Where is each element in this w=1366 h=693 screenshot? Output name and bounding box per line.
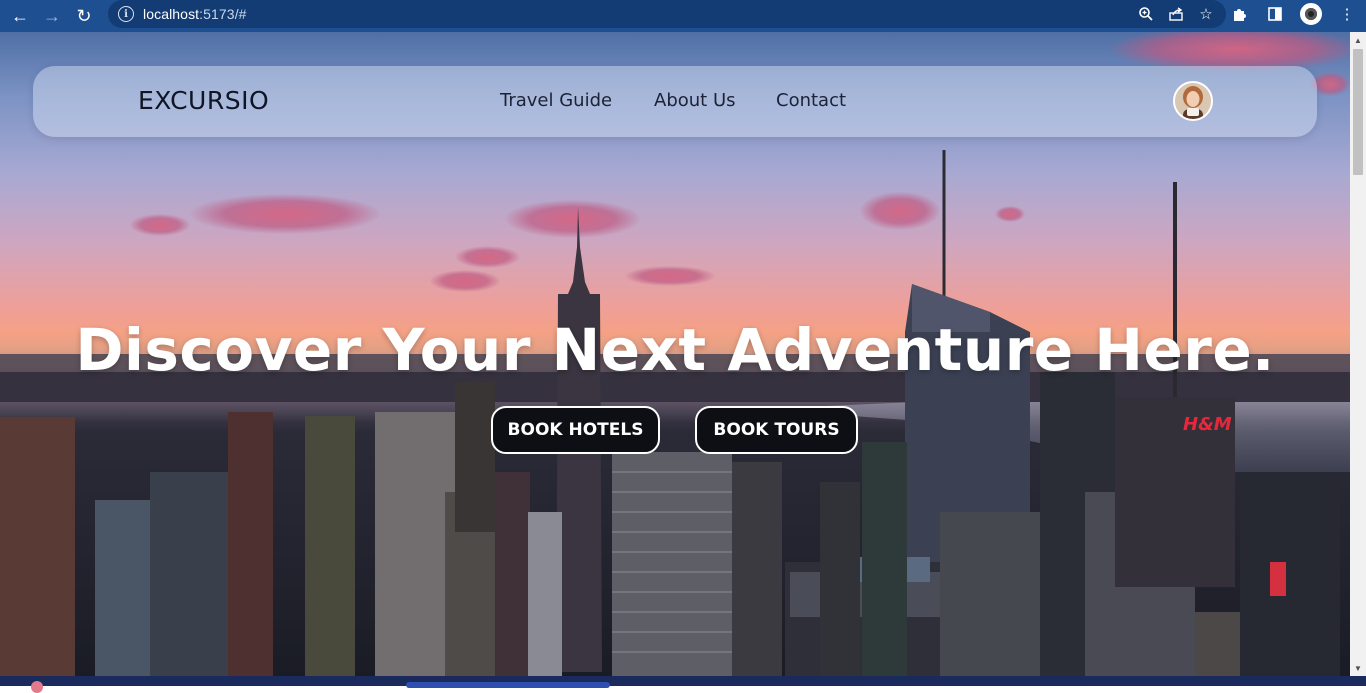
- nav-link-travel-guide[interactable]: Travel Guide: [500, 90, 612, 111]
- taskbar-app-icon: [31, 681, 43, 693]
- site-navbar: EXCURSIO Travel Guide About Us Contact: [33, 66, 1317, 137]
- reload-icon[interactable]: ↻: [72, 4, 96, 28]
- star-icon[interactable]: ☆: [1196, 4, 1216, 24]
- svg-text:H&M: H&M: [1183, 414, 1232, 435]
- taskbar-active-indicator: [406, 682, 610, 688]
- zoom-icon[interactable]: [1136, 4, 1156, 24]
- share-icon[interactable]: [1166, 4, 1186, 24]
- arrow-left-icon[interactable]: ←: [8, 4, 32, 28]
- nav-link-about-us[interactable]: About Us: [654, 90, 736, 111]
- address-bar[interactable]: i localhost:5173/# ☆: [108, 0, 1226, 28]
- arrow-right-icon[interactable]: →: [40, 4, 64, 28]
- scrollbar-thumb[interactable]: [1353, 49, 1363, 175]
- scroll-up-icon[interactable]: ▲: [1350, 32, 1366, 48]
- page-scrollbar[interactable]: ▲ ▼: [1350, 32, 1366, 676]
- side-panel-icon[interactable]: [1264, 3, 1286, 25]
- url-host: localhost: [143, 6, 200, 22]
- kebab-menu-icon[interactable]: ⋮: [1336, 3, 1358, 25]
- profile-icon[interactable]: [1300, 3, 1322, 25]
- url-path: :5173/#: [199, 6, 247, 22]
- hero-title: Discover Your Next Adventure Here.: [75, 316, 1275, 384]
- book-tours-button[interactable]: BOOK TOURS: [695, 406, 858, 454]
- brand-logo[interactable]: EXCURSIO: [138, 86, 269, 115]
- nav-link-contact[interactable]: Contact: [776, 90, 846, 111]
- page-viewport: H&M EXCURSIO Travel Guide About Us Conta…: [0, 32, 1350, 676]
- user-avatar[interactable]: [1173, 81, 1213, 121]
- scroll-down-icon[interactable]: ▼: [1350, 660, 1366, 676]
- taskbar-edge: [0, 676, 1366, 693]
- puzzle-icon[interactable]: [1228, 3, 1250, 25]
- info-icon[interactable]: i: [118, 6, 134, 22]
- url-text[interactable]: localhost:5173/#: [143, 6, 247, 22]
- book-hotels-button[interactable]: BOOK HOTELS: [491, 406, 660, 454]
- browser-toolbar: ← → ↻ i localhost:5173/# ☆ ⋮: [0, 0, 1366, 32]
